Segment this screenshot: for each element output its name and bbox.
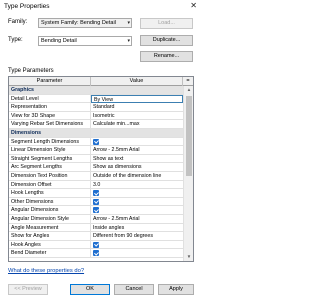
parameter-name: Hook Angles — [9, 240, 91, 249]
parameter-value[interactable]: Show as text — [91, 155, 183, 163]
grid-group-row[interactable]: Graphics≈ — [9, 86, 193, 95]
parameter-value[interactable]: Standard — [91, 103, 183, 111]
cancel-button[interactable]: Cancel — [114, 284, 154, 295]
parameter-name: Angle Measurement — [9, 223, 91, 232]
grid-row[interactable]: Show for Angles Different from 90 degrees — [9, 232, 193, 241]
rename-button[interactable]: Rename... — [140, 51, 193, 62]
window-title: Type Properties — [4, 3, 50, 10]
scroll-down-icon[interactable]: ▼ — [184, 253, 193, 261]
grid-scrollbar[interactable]: ▲ ▼ — [183, 86, 193, 261]
parameter-name: Representation — [9, 103, 91, 112]
parameter-name: Bend Diameter — [9, 249, 91, 258]
header-value[interactable]: Value — [91, 77, 183, 86]
parameter-name: Angular Dimensions — [9, 206, 91, 215]
scroll-up-icon[interactable]: ▲ — [184, 86, 193, 94]
family-value: System Family: Bending Detail — [41, 20, 116, 26]
parameter-value[interactable]: Outside of the dimension line — [91, 172, 183, 180]
close-icon[interactable]: ✕ — [190, 2, 197, 10]
parameter-name: Linear Dimension Style — [9, 146, 91, 155]
checkbox-checked[interactable] — [93, 138, 99, 145]
parameter-name: Hook Lengths — [9, 189, 91, 198]
group-label: Dimensions — [9, 128, 91, 137]
parameter-value[interactable]: Isometric — [91, 112, 183, 120]
parameter-name: Dimension Offset — [9, 180, 91, 189]
grid-row[interactable]: Straight Segment Lengths Show as text — [9, 154, 193, 164]
help-link[interactable]: What do these properties do? — [8, 268, 84, 275]
parameter-name: Varying Rebar Set Dimensions — [9, 120, 91, 129]
checkbox-checked[interactable] — [93, 241, 99, 248]
grid-row[interactable]: Detail Level By View — [9, 94, 193, 104]
grid-body: Graphics≈Detail LevelBy ViewRepresentati… — [9, 86, 193, 258]
parameter-name: Show for Angles — [9, 232, 91, 241]
parameter-name: Segment Length Dimensions — [9, 137, 91, 146]
parameter-name: Dimension Text Position — [9, 171, 91, 180]
family-select[interactable]: System Family: Bending Detail ▾ — [38, 18, 132, 28]
grid-header: Parameter Value = — [9, 77, 193, 86]
grid-row[interactable]: Angular Dimensions — [9, 206, 193, 215]
grid-row[interactable]: Other Dimensions — [9, 197, 193, 207]
ok-button[interactable]: OK — [70, 284, 110, 295]
type-select[interactable]: Bending Detail ▾ — [38, 36, 132, 46]
grid-row[interactable]: Angular Dimension Style Arrow - 2.5mm Ari… — [9, 214, 193, 224]
grid-group-row[interactable]: Dimensions≈ — [9, 128, 193, 138]
type-label: Type: — [8, 37, 23, 43]
type-value: Bending Detail — [41, 38, 77, 44]
parameter-value[interactable]: Show as dimensions — [91, 163, 183, 171]
grid-row[interactable]: Hook Angles — [9, 240, 193, 250]
parameter-name: Angular Dimension Style — [9, 214, 91, 223]
checkbox-checked[interactable] — [93, 190, 99, 197]
preview-button[interactable]: << Preview — [8, 284, 48, 295]
chevron-down-icon: ▾ — [127, 38, 130, 44]
parameter-name: Other Dimensions — [9, 197, 91, 206]
grid-row[interactable]: Bend Diameter — [9, 249, 193, 258]
grid-row[interactable]: Angle Measurement Inside angles — [9, 223, 193, 233]
parameter-name: Arc Segment Lengths — [9, 163, 91, 172]
apply-button[interactable]: Apply — [158, 284, 194, 295]
type-parameters-grid: Parameter Value = Graphics≈Detail LevelB… — [8, 76, 194, 262]
grid-row[interactable]: Varying Rebar Set Dimensions Calculate mi… — [9, 120, 193, 129]
family-label: Family: — [8, 19, 28, 25]
parameter-value[interactable]: 3.0 — [91, 181, 183, 189]
group-label: Graphics — [9, 86, 91, 94]
header-parameter[interactable]: Parameter — [9, 77, 91, 86]
parameter-value[interactable]: Inside angles — [91, 224, 183, 232]
grid-row[interactable]: View for 3D Shape Isometric — [9, 111, 193, 121]
parameter-name: View for 3D Shape — [9, 111, 91, 120]
duplicate-button[interactable]: Duplicate... — [140, 35, 193, 46]
parameter-name: Straight Segment Lengths — [9, 154, 91, 163]
header-eq[interactable]: = — [183, 77, 193, 86]
load-button[interactable]: Load... — [140, 18, 193, 29]
checkbox-checked[interactable] — [93, 198, 99, 205]
parameter-value[interactable]: Arrow - 2.5mm Arial — [91, 146, 183, 154]
grid-row[interactable]: Segment Length Dimensions — [9, 137, 193, 147]
parameter-value[interactable]: Arrow - 2.5mm Arial — [91, 215, 183, 223]
type-parameters-label: Type Parameters — [8, 68, 54, 74]
grid-row[interactable]: Linear Dimension Style Arrow - 2.5mm Aria… — [9, 146, 193, 155]
checkbox-checked[interactable] — [93, 207, 99, 214]
title-bar: Type Properties ✕ — [0, 0, 201, 13]
parameter-name: Detail Level — [9, 94, 91, 103]
grid-row[interactable]: Hook Lengths — [9, 189, 193, 198]
parameter-value[interactable]: Calculate min...max — [91, 120, 183, 128]
grid-row[interactable]: Dimension Text Position Outside of the di… — [9, 171, 193, 181]
chevron-down-icon: ▾ — [127, 20, 130, 26]
grid-row[interactable]: Arc Segment Lengths Show as dimensions — [9, 163, 193, 172]
grid-row[interactable]: Dimension Offset 3.0 — [9, 180, 193, 190]
grid-row[interactable]: Representation Standard — [9, 103, 193, 112]
scroll-thumb[interactable] — [186, 96, 192, 176]
checkbox-checked[interactable] — [93, 250, 99, 257]
parameter-value[interactable]: By View — [91, 94, 183, 103]
parameter-value[interactable]: Different from 90 degrees — [91, 232, 183, 240]
